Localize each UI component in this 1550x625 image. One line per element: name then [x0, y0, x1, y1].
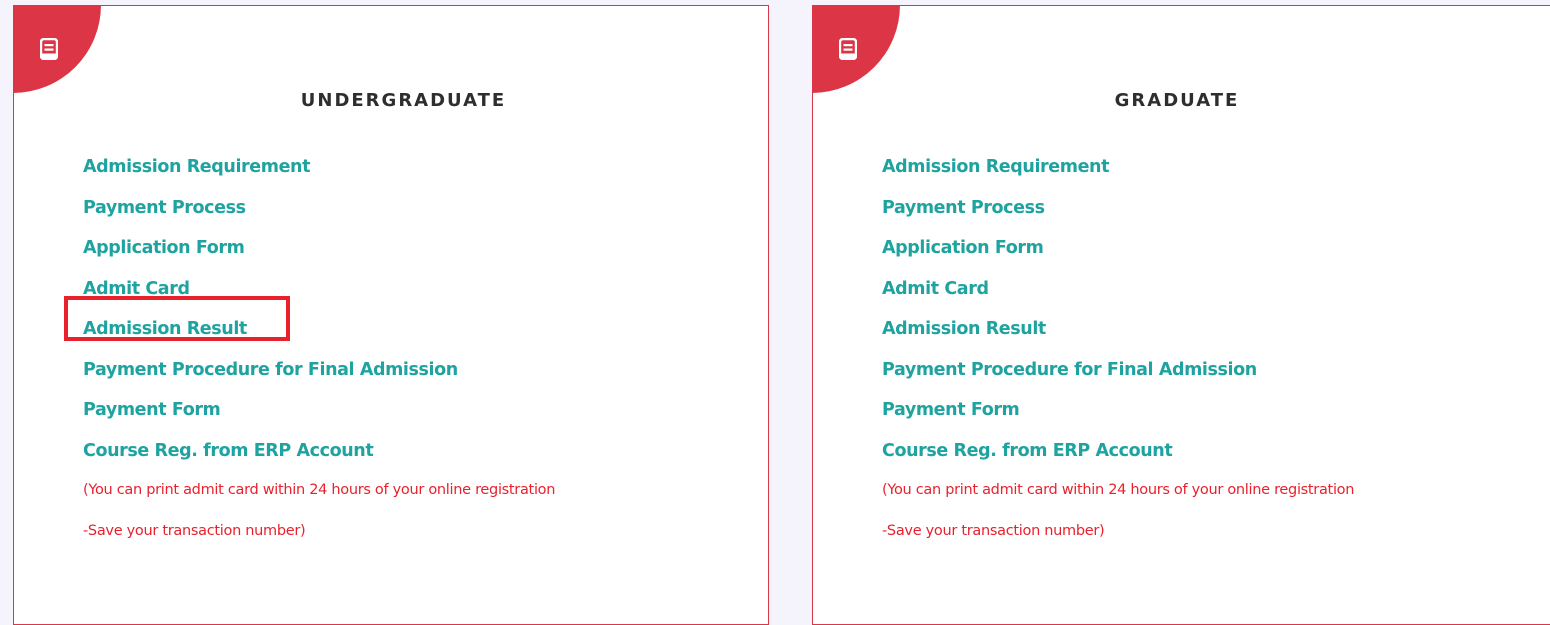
payment-process-link[interactable]: Payment Process [882, 195, 1045, 221]
admit-card-note: (You can print admit card within 24 hour… [83, 482, 556, 498]
admission-result-link[interactable]: Admission Result [882, 316, 1046, 342]
payment-procedure-final-admission-link[interactable]: Payment Procedure for Final Admission [882, 357, 1257, 383]
list-item: Payment Procedure for Final Admission [882, 357, 1257, 398]
admission-requirement-link[interactable]: Admission Requirement [882, 154, 1109, 180]
corner-badge [812, 5, 900, 93]
card-title: UNDERGRADUATE [300, 90, 507, 111]
list-item: Payment Form [83, 397, 458, 438]
list-item: Course Reg. from ERP Account [83, 438, 458, 479]
course-reg-erp-link[interactable]: Course Reg. from ERP Account [882, 438, 1173, 464]
application-form-link[interactable]: Application Form [83, 235, 245, 261]
card-title: GRADUATE [1114, 90, 1240, 111]
transaction-note: -Save your transaction number) [83, 523, 306, 539]
list-item: Application Form [83, 235, 458, 276]
transaction-note: -Save your transaction number) [882, 523, 1105, 539]
payment-form-link[interactable]: Payment Form [83, 397, 221, 423]
list-item: Payment Procedure for Final Admission [83, 357, 458, 398]
list-item: Application Form [882, 235, 1257, 276]
book-icon [40, 38, 58, 60]
list-item: Payment Form [882, 397, 1257, 438]
book-icon [839, 38, 857, 60]
list-item: Admission Requirement [882, 154, 1257, 195]
admit-card-note: (You can print admit card within 24 hour… [882, 482, 1355, 498]
admission-result-link[interactable]: Admission Result [83, 316, 247, 342]
admit-card-link[interactable]: Admit Card [882, 276, 989, 302]
list-item: Admit Card [882, 276, 1257, 317]
undergraduate-card: UNDERGRADUATE Admission Requirement Paym… [13, 5, 769, 625]
list-item: Admission Requirement [83, 154, 458, 195]
admission-requirement-link[interactable]: Admission Requirement [83, 154, 310, 180]
course-reg-erp-link[interactable]: Course Reg. from ERP Account [83, 438, 374, 464]
list-item: Course Reg. from ERP Account [882, 438, 1257, 479]
payment-procedure-final-admission-link[interactable]: Payment Procedure for Final Admission [83, 357, 458, 383]
list-item: Admission Result [882, 316, 1257, 357]
payment-form-link[interactable]: Payment Form [882, 397, 1020, 423]
undergraduate-link-list: Admission Requirement Payment Process Ap… [83, 154, 458, 478]
corner-badge [13, 5, 101, 93]
list-item: Payment Process [83, 195, 458, 236]
list-item: Admit Card [83, 276, 458, 317]
list-item: Payment Process [882, 195, 1257, 236]
graduate-link-list: Admission Requirement Payment Process Ap… [882, 154, 1257, 478]
payment-process-link[interactable]: Payment Process [83, 195, 246, 221]
graduate-card: GRADUATE Admission Requirement Payment P… [812, 5, 1550, 625]
list-item: Admission Result [83, 316, 458, 357]
admit-card-link[interactable]: Admit Card [83, 276, 190, 302]
application-form-link[interactable]: Application Form [882, 235, 1044, 261]
